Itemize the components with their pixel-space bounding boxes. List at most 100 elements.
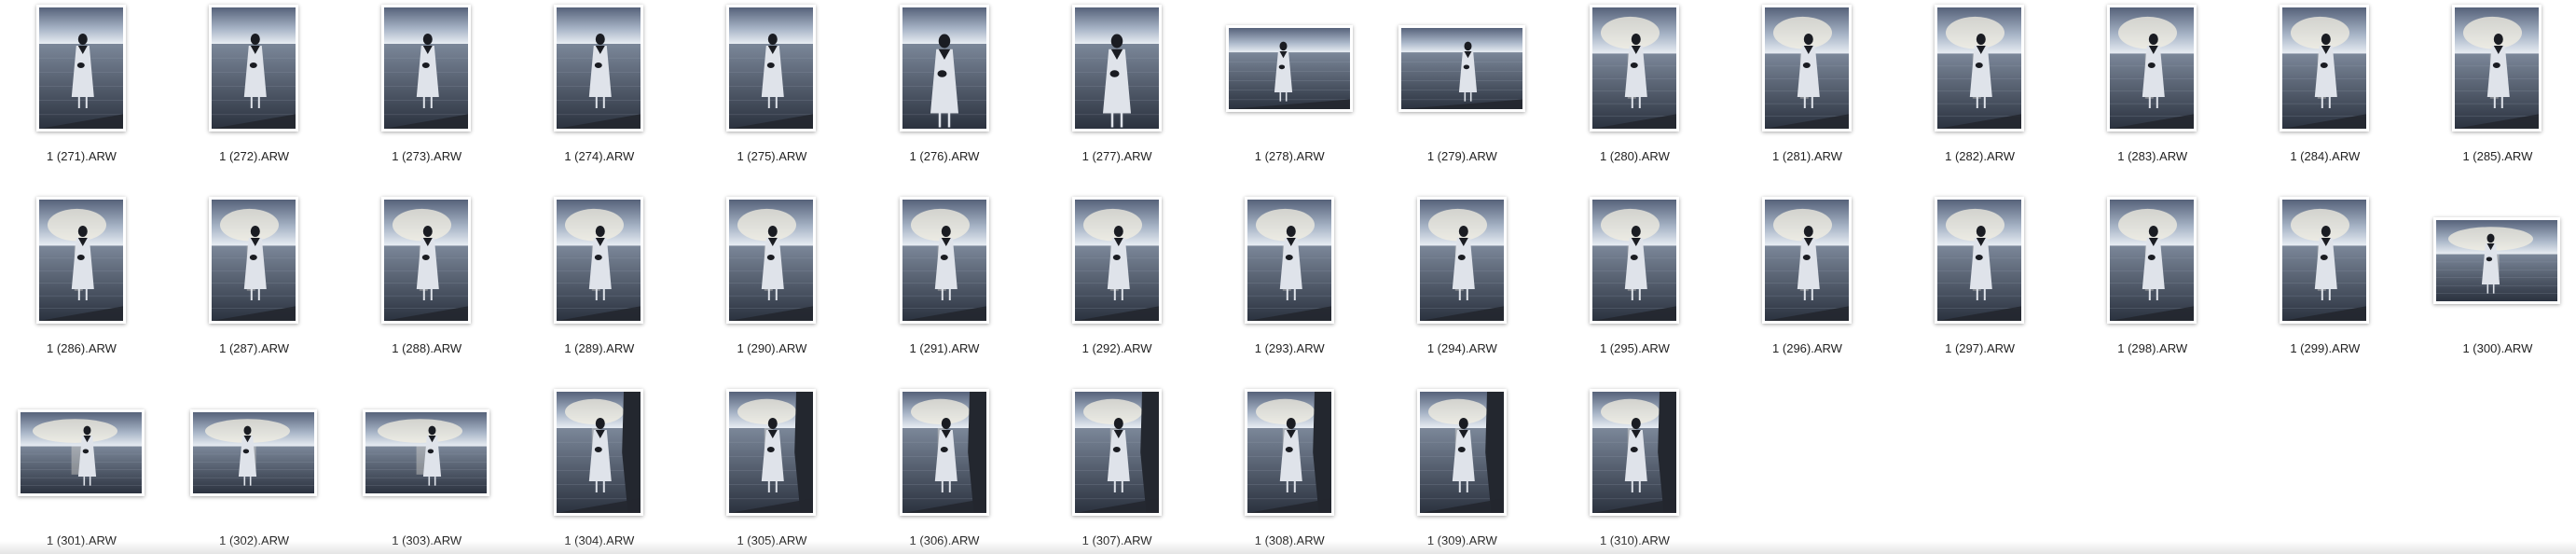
file-item[interactable]: 1 (297).ARW bbox=[1894, 192, 2066, 384]
file-item[interactable]: 1 (302).ARW bbox=[168, 384, 340, 554]
thumbnail-area[interactable] bbox=[685, 384, 858, 519]
thumbnail-area[interactable] bbox=[2066, 0, 2239, 135]
thumbnail-area[interactable] bbox=[2239, 192, 2411, 327]
file-item[interactable]: 1 (278).ARW bbox=[1204, 0, 1376, 192]
file-item[interactable]: 1 (291).ARW bbox=[859, 192, 1031, 384]
file-item[interactable]: 1 (305).ARW bbox=[685, 384, 858, 554]
file-name-label[interactable]: 1 (283).ARW bbox=[2066, 149, 2239, 163]
file-item[interactable]: 1 (273).ARW bbox=[340, 0, 513, 192]
file-name-label[interactable]: 1 (285).ARW bbox=[2411, 149, 2576, 163]
file-thumbnail[interactable] bbox=[899, 5, 989, 132]
thumbnail-area[interactable] bbox=[685, 192, 858, 327]
file-name-label[interactable]: 1 (278).ARW bbox=[1204, 149, 1376, 163]
file-item[interactable]: 1 (276).ARW bbox=[859, 0, 1031, 192]
thumbnail-area[interactable] bbox=[168, 192, 340, 327]
file-name-label[interactable]: 1 (280).ARW bbox=[1549, 149, 1721, 163]
file-item[interactable]: 1 (296).ARW bbox=[1721, 192, 1894, 384]
file-item[interactable]: 1 (304).ARW bbox=[513, 384, 685, 554]
thumbnail-area[interactable] bbox=[685, 0, 858, 135]
file-thumbnail[interactable] bbox=[2280, 5, 2370, 132]
file-name-label[interactable]: 1 (272).ARW bbox=[168, 149, 340, 163]
file-item[interactable]: 1 (277).ARW bbox=[1031, 0, 1204, 192]
thumbnail-area[interactable] bbox=[1894, 192, 2066, 327]
file-item[interactable]: 1 (290).ARW bbox=[685, 192, 858, 384]
file-item[interactable]: 1 (285).ARW bbox=[2411, 0, 2576, 192]
thumbnail-area[interactable] bbox=[859, 0, 1031, 135]
thumbnail-area[interactable] bbox=[513, 0, 685, 135]
thumbnail-area[interactable] bbox=[513, 384, 685, 519]
file-name-label[interactable]: 1 (276).ARW bbox=[859, 149, 1031, 163]
file-thumbnail[interactable] bbox=[1416, 389, 1507, 516]
file-item[interactable]: 1 (286).ARW bbox=[0, 192, 168, 384]
file-item[interactable]: 1 (280).ARW bbox=[1549, 0, 1721, 192]
file-name-label[interactable]: 1 (291).ARW bbox=[859, 341, 1031, 355]
file-name-label[interactable]: 1 (281).ARW bbox=[1721, 149, 1894, 163]
file-item[interactable]: 1 (308).ARW bbox=[1204, 384, 1376, 554]
file-item[interactable]: 1 (295).ARW bbox=[1549, 192, 1721, 384]
file-item[interactable]: 1 (271).ARW bbox=[0, 0, 168, 192]
file-name-label[interactable]: 1 (277).ARW bbox=[1031, 149, 1204, 163]
file-item[interactable]: 1 (298).ARW bbox=[2066, 192, 2239, 384]
file-item[interactable]: 1 (299).ARW bbox=[2239, 192, 2411, 384]
file-item[interactable]: 1 (307).ARW bbox=[1031, 384, 1204, 554]
file-item[interactable]: 1 (300).ARW bbox=[2411, 192, 2576, 384]
file-thumbnail[interactable] bbox=[1225, 25, 1353, 112]
thumbnail-area[interactable] bbox=[1204, 0, 1376, 135]
file-item[interactable]: 1 (279).ARW bbox=[1376, 0, 1549, 192]
file-thumbnail[interactable] bbox=[1935, 197, 2025, 324]
file-thumbnail[interactable] bbox=[381, 5, 472, 132]
file-name-label[interactable]: 1 (287).ARW bbox=[168, 341, 340, 355]
file-thumbnail[interactable] bbox=[2107, 197, 2197, 324]
thumbnail-area[interactable] bbox=[168, 384, 340, 519]
file-thumbnail[interactable] bbox=[36, 197, 126, 324]
file-item[interactable]: 1 (303).ARW bbox=[340, 384, 513, 554]
thumbnail-area[interactable] bbox=[513, 192, 685, 327]
file-name-label[interactable]: 1 (295).ARW bbox=[1549, 341, 1721, 355]
file-thumbnail[interactable] bbox=[1589, 5, 1679, 132]
file-thumbnail[interactable] bbox=[36, 5, 126, 132]
file-name-label[interactable]: 1 (273).ARW bbox=[340, 149, 513, 163]
file-name-label[interactable]: 1 (274).ARW bbox=[513, 149, 685, 163]
thumbnail-area[interactable] bbox=[1204, 384, 1376, 519]
file-item[interactable]: 1 (282).ARW bbox=[1894, 0, 2066, 192]
thumbnail-area[interactable] bbox=[2066, 192, 2239, 327]
thumbnail-area[interactable] bbox=[1376, 0, 1549, 135]
thumbnail-area[interactable] bbox=[2411, 192, 2576, 327]
file-name-label[interactable]: 1 (289).ARW bbox=[513, 341, 685, 355]
file-thumbnail[interactable] bbox=[726, 389, 817, 516]
file-name-label[interactable]: 1 (282).ARW bbox=[1894, 149, 2066, 163]
file-name-label[interactable]: 1 (275).ARW bbox=[685, 149, 858, 163]
file-item[interactable]: 1 (310).ARW bbox=[1549, 384, 1721, 554]
file-thumbnail[interactable] bbox=[1589, 389, 1679, 516]
file-name-label[interactable]: 1 (284).ARW bbox=[2239, 149, 2411, 163]
file-thumbnail[interactable] bbox=[1071, 5, 1162, 132]
file-thumbnail[interactable] bbox=[18, 409, 145, 496]
thumbnail-area[interactable] bbox=[1894, 0, 2066, 135]
file-thumbnail[interactable] bbox=[899, 389, 989, 516]
file-item[interactable]: 1 (293).ARW bbox=[1204, 192, 1376, 384]
file-name-label[interactable]: 1 (299).ARW bbox=[2239, 341, 2411, 355]
thumbnail-area[interactable] bbox=[340, 192, 513, 327]
file-thumbnail[interactable] bbox=[554, 389, 644, 516]
thumbnail-area[interactable] bbox=[1549, 0, 1721, 135]
file-thumbnail[interactable] bbox=[209, 197, 299, 324]
file-name-label[interactable]: 1 (286).ARW bbox=[0, 341, 168, 355]
file-thumbnail[interactable] bbox=[209, 5, 299, 132]
file-thumbnail[interactable] bbox=[1244, 197, 1334, 324]
file-thumbnail[interactable] bbox=[554, 197, 644, 324]
file-thumbnail[interactable] bbox=[2107, 5, 2197, 132]
file-item[interactable]: 1 (274).ARW bbox=[513, 0, 685, 192]
file-item[interactable]: 1 (292).ARW bbox=[1031, 192, 1204, 384]
file-name-label[interactable]: 1 (288).ARW bbox=[340, 341, 513, 355]
file-item[interactable]: 1 (283).ARW bbox=[2066, 0, 2239, 192]
thumbnail-area[interactable] bbox=[168, 0, 340, 135]
thumbnail-area[interactable] bbox=[1721, 0, 1894, 135]
file-item[interactable]: 1 (281).ARW bbox=[1721, 0, 1894, 192]
file-thumbnail[interactable] bbox=[2452, 5, 2542, 132]
thumbnail-area[interactable] bbox=[1031, 384, 1204, 519]
file-thumbnail[interactable] bbox=[726, 197, 817, 324]
thumbnail-area[interactable] bbox=[0, 0, 168, 135]
file-name-label[interactable]: 1 (293).ARW bbox=[1204, 341, 1376, 355]
thumbnail-area[interactable] bbox=[340, 384, 513, 519]
thumbnail-area[interactable] bbox=[2239, 0, 2411, 135]
